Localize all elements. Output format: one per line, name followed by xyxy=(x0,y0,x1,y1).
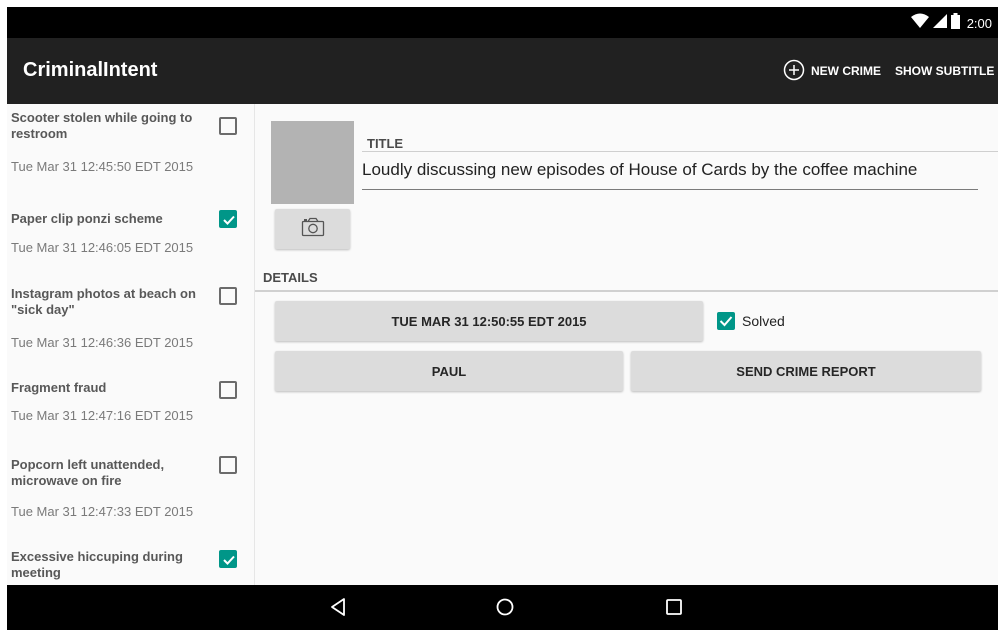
checkmark-icon xyxy=(223,215,235,225)
crime-title: Excessive hiccuping during meeting xyxy=(11,549,183,580)
crime-title: Paper clip ponzi scheme xyxy=(11,211,163,226)
camera-button[interactable] xyxy=(275,209,350,249)
show-subtitle-button[interactable]: SHOW SUBTITLE xyxy=(895,64,994,78)
title-divider xyxy=(362,151,998,152)
solved-checkbox[interactable] xyxy=(219,117,237,135)
crime-date: Tue Mar 31 12:47:16 EDT 2015 xyxy=(11,408,194,423)
send-crime-report-button[interactable]: SEND CRIME REPORT xyxy=(631,351,981,391)
details-divider xyxy=(255,290,998,292)
crime-title: Scooter stolen while going to restroom xyxy=(11,110,193,141)
checkmark-icon xyxy=(223,555,235,565)
suspect-button[interactable]: PAUL xyxy=(275,351,623,391)
camera-icon xyxy=(301,217,325,242)
add-circle-icon xyxy=(783,59,805,84)
home-icon[interactable] xyxy=(495,597,515,622)
wifi-icon xyxy=(910,13,929,34)
crime-title-field[interactable]: Loudly discussing new episodes of House … xyxy=(362,159,978,190)
cell-signal-icon xyxy=(932,13,947,33)
tablet-screen: 2:00 CriminalIntent NEW CRIME SHOW SUBTI… xyxy=(7,7,998,630)
crime-title: Instagram photos at beach on "sick day" xyxy=(11,286,196,317)
solved-checkbox[interactable] xyxy=(219,381,237,399)
solved-checkbox[interactable] xyxy=(717,312,735,330)
crime-date: Tue Mar 31 12:47:33 EDT 2015 xyxy=(11,504,194,519)
solved-checkbox[interactable] xyxy=(219,550,237,568)
status-icons: 2:00 xyxy=(910,12,992,34)
new-crime-button[interactable]: NEW CRIME xyxy=(783,59,881,84)
solved-checkbox[interactable] xyxy=(219,287,237,305)
crime-date-button[interactable]: TUE MAR 31 12:50:55 EDT 2015 xyxy=(275,301,703,341)
checkmark-icon xyxy=(719,316,733,327)
crime-title: Popcorn left unattended, microwave on fi… xyxy=(11,457,165,488)
crime-photo xyxy=(271,121,354,204)
recents-icon[interactable] xyxy=(665,597,683,622)
crime-date: Tue Mar 31 12:46:05 EDT 2015 xyxy=(11,240,194,255)
navigation-bar xyxy=(7,585,998,630)
crime-detail: TITLE Loudly discussing new episodes of … xyxy=(255,104,998,585)
app-title: CriminalIntent xyxy=(23,59,158,81)
details-label: DETAILS xyxy=(263,270,318,285)
solved-label: Solved xyxy=(742,313,785,329)
status-time: 2:00 xyxy=(966,15,992,31)
title-label: TITLE xyxy=(367,136,404,151)
back-icon[interactable] xyxy=(329,597,347,622)
crime-list[interactable]: Scooter stolen while going to restroom T… xyxy=(7,104,255,585)
solved-checkbox[interactable] xyxy=(219,456,237,474)
solved-checkbox[interactable] xyxy=(219,210,237,228)
new-crime-label: NEW CRIME xyxy=(811,64,881,78)
crime-title: Fragment fraud xyxy=(11,380,107,395)
crime-date: Tue Mar 31 12:45:50 EDT 2015 xyxy=(11,159,194,174)
battery-icon xyxy=(950,12,960,34)
app-bar: CriminalIntent NEW CRIME SHOW SUBTITLE xyxy=(7,38,998,104)
status-bar: 2:00 xyxy=(7,7,998,38)
crime-date: Tue Mar 31 12:46:36 EDT 2015 xyxy=(11,335,194,350)
